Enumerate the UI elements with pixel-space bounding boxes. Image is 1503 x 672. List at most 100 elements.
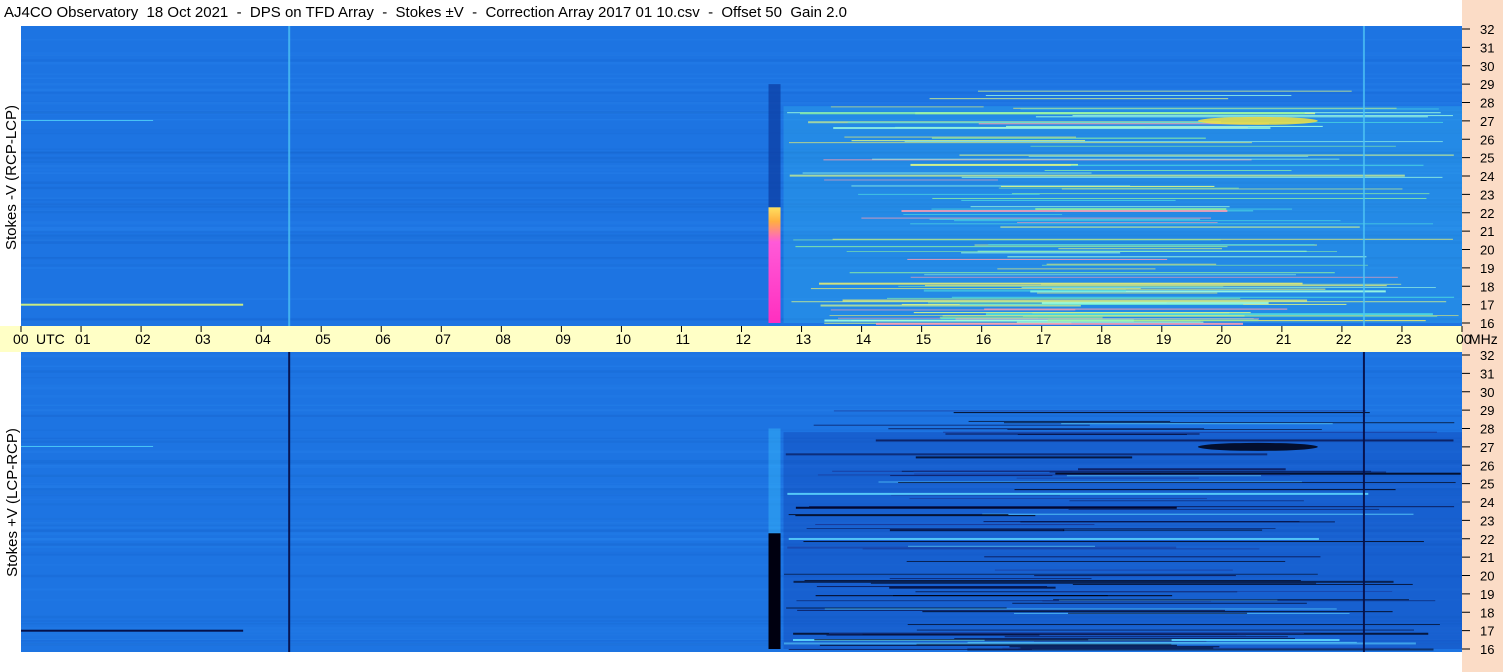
rfi-streak bbox=[21, 303, 244, 306]
rfi-streak bbox=[916, 629, 1414, 631]
frequency-axis-strip bbox=[1462, 0, 1503, 672]
rfi-streak bbox=[795, 515, 1036, 517]
rfi-streak bbox=[898, 482, 1456, 484]
rfi-streak bbox=[1007, 256, 1367, 258]
rfi-streak bbox=[1009, 646, 1220, 648]
rfi-streak bbox=[844, 136, 1077, 138]
rfi-streak bbox=[909, 498, 1207, 500]
rfi-streak bbox=[1004, 636, 1288, 638]
rfi-streak bbox=[1078, 468, 1286, 471]
rfi-streak bbox=[793, 580, 1394, 583]
rfi-streak bbox=[819, 644, 1177, 646]
rfi-streak bbox=[997, 268, 1156, 270]
rfi-streak bbox=[795, 246, 1228, 248]
noise-band bbox=[21, 102, 1462, 104]
rfi-streak bbox=[1003, 422, 1455, 424]
rfi-streak bbox=[1020, 647, 1214, 649]
rfi-streak bbox=[1020, 108, 1439, 110]
rfi-streak bbox=[1000, 185, 1215, 187]
rfi-streak bbox=[1072, 115, 1453, 117]
rfi-streak bbox=[788, 537, 1319, 540]
noise-band bbox=[21, 77, 1462, 80]
noise-band bbox=[21, 354, 1462, 358]
rfi-streak bbox=[847, 121, 1444, 123]
rfi-streak bbox=[942, 315, 1245, 317]
noise-band bbox=[21, 414, 1462, 417]
rfi-streak bbox=[1068, 612, 1248, 614]
rfi-streak bbox=[870, 582, 1317, 584]
vertical-line bbox=[1362, 352, 1365, 652]
vertical-line bbox=[288, 352, 291, 652]
rfi-streak bbox=[1049, 471, 1387, 473]
rfi-streak bbox=[953, 412, 1370, 414]
rfi-streak bbox=[945, 432, 1200, 435]
rfi-streak bbox=[1016, 477, 1199, 479]
rfi-streak bbox=[931, 137, 1206, 139]
noise-band bbox=[21, 365, 1462, 367]
noise-band bbox=[21, 386, 1462, 390]
rfi-streak bbox=[889, 586, 1056, 589]
rfi-streak bbox=[875, 322, 1244, 325]
rfi-streak bbox=[1017, 222, 1218, 224]
rfi-streak bbox=[1028, 155, 1309, 157]
rfi-streak bbox=[954, 220, 1341, 222]
rfi-streak bbox=[817, 474, 1290, 476]
rfi-streak bbox=[943, 431, 1437, 433]
rfi-streak bbox=[1047, 319, 1259, 322]
rfi-streak bbox=[985, 313, 1433, 316]
rfi-streak bbox=[789, 174, 1405, 177]
rfi-streak bbox=[788, 142, 1252, 144]
rfi-streak bbox=[907, 624, 1440, 626]
rfi-streak bbox=[21, 119, 154, 121]
rfi-streak bbox=[1070, 164, 1424, 166]
noise-band bbox=[21, 61, 1462, 65]
rfi-streak bbox=[1035, 116, 1428, 118]
noise-band bbox=[21, 54, 1462, 57]
noise-band bbox=[21, 404, 1462, 406]
rfi-streak bbox=[875, 439, 1454, 442]
rfi-streak bbox=[788, 514, 1009, 516]
rfi-streak bbox=[806, 528, 1276, 530]
burst-tail bbox=[768, 84, 781, 208]
rfi-streak bbox=[872, 158, 1340, 160]
rfi-streak bbox=[932, 197, 1427, 199]
rfi-streak bbox=[982, 513, 1414, 515]
bottom-margin bbox=[0, 652, 1462, 672]
rfi-streak bbox=[1044, 170, 1292, 172]
rfi-streak bbox=[924, 285, 1387, 287]
rfi-streak bbox=[824, 179, 998, 181]
burst-mark bbox=[768, 207, 781, 323]
rfi-streak bbox=[910, 223, 1434, 225]
rfi-streak bbox=[851, 140, 1086, 142]
rfi-streak bbox=[1041, 302, 1269, 305]
rfi-streak bbox=[803, 541, 1424, 543]
rfi-streak bbox=[968, 420, 1171, 422]
noise-band bbox=[21, 38, 1462, 41]
rfi-streak bbox=[799, 112, 1305, 115]
rfi-streak bbox=[1033, 640, 1207, 642]
rfi-streak bbox=[988, 244, 1315, 246]
noise-band bbox=[21, 370, 1462, 373]
rfi-streak bbox=[1021, 286, 1436, 288]
rfi-streak bbox=[970, 206, 1230, 208]
rfi-streak bbox=[1012, 602, 1307, 604]
rfi-streak bbox=[959, 154, 1454, 156]
rfi-streak bbox=[1000, 226, 1360, 228]
noise-band bbox=[21, 394, 1462, 398]
rfi-streak bbox=[787, 546, 1177, 549]
stokes-plus-v-spectrogram bbox=[21, 352, 1462, 652]
rfi-streak bbox=[1012, 634, 1246, 636]
rfi-streak bbox=[886, 297, 1241, 299]
rfi-streak bbox=[1014, 489, 1396, 491]
rfi-streak bbox=[984, 556, 1321, 558]
rfi-streak bbox=[21, 445, 154, 447]
rfi-streak bbox=[889, 529, 1065, 532]
rfi-streak bbox=[788, 648, 1032, 650]
rfi-streak bbox=[892, 595, 1108, 597]
rfi-streak bbox=[1055, 472, 1461, 475]
rfi-streak bbox=[1051, 288, 1326, 290]
rfi-streak bbox=[985, 95, 1292, 97]
bottom-panel-y-label-text: Stokes +V (LCP-RCP) bbox=[3, 427, 21, 577]
rfi-streak bbox=[784, 573, 1318, 575]
rfi-streak bbox=[922, 611, 1393, 613]
